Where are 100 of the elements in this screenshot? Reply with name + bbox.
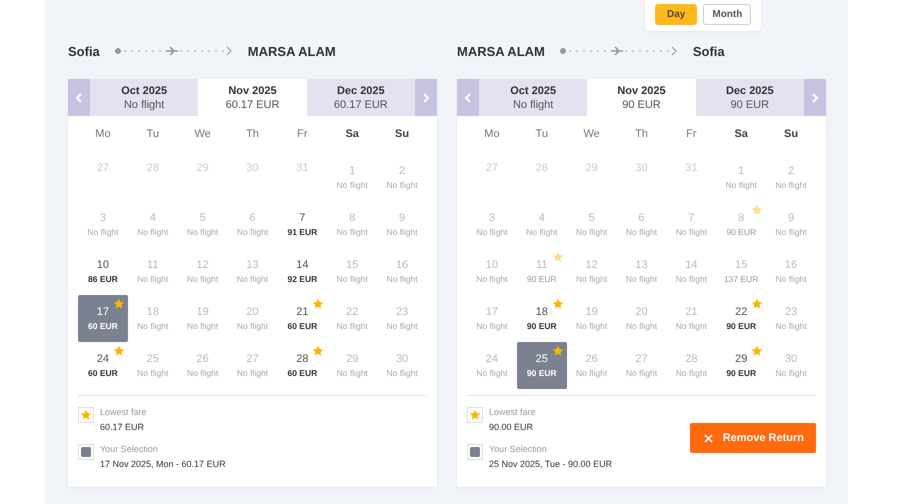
day-cell[interactable]: 21 No flight bbox=[666, 295, 716, 342]
weekday-label: Th bbox=[634, 127, 649, 142]
day-cell[interactable]: 19 No flight bbox=[178, 295, 228, 342]
previous-month-button[interactable] bbox=[457, 79, 479, 116]
day-cell[interactable]: 25 90 EUR bbox=[516, 342, 567, 389]
destination-city: Sofia bbox=[692, 44, 725, 58]
day-cell[interactable]: 4 No flight bbox=[128, 201, 178, 248]
day-cell[interactable]: 1 No flight bbox=[327, 154, 378, 201]
day-cell[interactable]: 1 No flight bbox=[716, 154, 766, 201]
day-cell[interactable]: 5 No flight bbox=[178, 201, 228, 248]
day-cell[interactable]: 4 No flight bbox=[516, 201, 567, 248]
remove-return-button[interactable]: Remove Return bbox=[690, 423, 816, 453]
day-cell[interactable]: 29 90 EUR bbox=[716, 342, 766, 389]
day-cell[interactable]: 11 No flight bbox=[128, 248, 178, 295]
weekday-label: Fr bbox=[685, 127, 698, 142]
origin-city: Sofia bbox=[68, 44, 100, 58]
day-cell[interactable]: 24 No flight bbox=[467, 342, 517, 389]
day-cell[interactable]: 30 No flight bbox=[377, 342, 427, 389]
day-cell[interactable]: 13 No flight bbox=[616, 248, 666, 295]
day-cell[interactable]: 25 No flight bbox=[128, 342, 178, 389]
month-tab[interactable]: Oct 2025 No flight bbox=[479, 79, 588, 116]
day-cell[interactable]: 5 No flight bbox=[566, 201, 617, 248]
day-cell[interactable]: 11 90 EUR bbox=[516, 248, 567, 295]
day-cell[interactable]: 16 No flight bbox=[766, 248, 816, 295]
next-month-button[interactable] bbox=[414, 79, 437, 116]
day-cell[interactable]: 15 No flight bbox=[327, 248, 378, 295]
day-cell[interactable]: 17 60 EUR bbox=[78, 295, 128, 342]
day-cell[interactable]: 17 No flight bbox=[467, 295, 517, 342]
day-cell[interactable]: 22 90 EUR bbox=[716, 295, 766, 342]
lowest-fare-legend-icon bbox=[78, 407, 94, 423]
weekday-label: Su bbox=[783, 127, 800, 142]
day-cell[interactable]: 27 No flight bbox=[616, 342, 666, 389]
day-cell[interactable]: 6 No flight bbox=[616, 201, 666, 248]
weekday-label: Tu bbox=[534, 127, 549, 142]
day-cell[interactable]: 14 No flight bbox=[666, 248, 716, 295]
day-cell[interactable]: 24 60 EUR bbox=[78, 342, 128, 389]
day-cell[interactable]: 26 No flight bbox=[566, 342, 617, 389]
day-cell[interactable]: 23 No flight bbox=[377, 295, 427, 342]
legend-label: Your Selection bbox=[100, 444, 159, 454]
day-cell[interactable]: 10 86 EUR bbox=[78, 248, 128, 295]
day-cell[interactable]: 22 No flight bbox=[327, 295, 378, 342]
origin-city: MARSA ALAM bbox=[457, 44, 545, 58]
weekday-label: Fr bbox=[296, 127, 309, 142]
day-cell[interactable]: 20 No flight bbox=[616, 295, 666, 342]
chevron-left-icon bbox=[75, 92, 83, 102]
month-tab[interactable]: Oct 2025 No flight bbox=[90, 79, 198, 116]
day-cell[interactable]: 20 No flight bbox=[228, 295, 278, 342]
day-cell[interactable]: 12 No flight bbox=[178, 248, 228, 295]
day-cell[interactable]: 18 No flight bbox=[128, 295, 178, 342]
day-cell[interactable]: 3 No flight bbox=[467, 201, 517, 248]
day-cell[interactable]: 19 No flight bbox=[566, 295, 617, 342]
legend-value: 90.00 EUR bbox=[489, 422, 534, 432]
day-cell[interactable]: 23 No flight bbox=[766, 295, 816, 342]
weekday-label: Sa bbox=[344, 127, 360, 142]
day-cell[interactable]: 9 No flight bbox=[377, 201, 427, 248]
day-cell[interactable]: 18 90 EUR bbox=[516, 295, 567, 342]
view-toggle-button[interactable]: Day bbox=[655, 4, 698, 25]
day-cell[interactable]: 28 60 EUR bbox=[277, 342, 328, 389]
day-cell[interactable]: 6 No flight bbox=[228, 201, 278, 248]
day-cell[interactable]: 7 No flight bbox=[666, 201, 716, 248]
day-cell[interactable]: 2 No flight bbox=[766, 154, 816, 201]
weekday-label: We bbox=[582, 127, 601, 142]
day-cell[interactable]: 16 No flight bbox=[377, 248, 427, 295]
day-cell[interactable]: 8 90 EUR bbox=[716, 201, 766, 248]
day-cell[interactable]: 13 No flight bbox=[228, 248, 278, 295]
legend-label: Lowest fare bbox=[100, 407, 147, 417]
day-cell[interactable]: 15 137 EUR bbox=[716, 248, 766, 295]
weekday-label: We bbox=[193, 127, 212, 142]
selection-legend-icon bbox=[467, 444, 483, 460]
next-month-button[interactable] bbox=[804, 79, 826, 116]
destination-city: MARSA ALAM bbox=[248, 44, 336, 58]
day-cell[interactable]: 9 No flight bbox=[766, 201, 816, 248]
month-tab[interactable]: Dec 2025 60.17 EUR bbox=[306, 79, 415, 116]
view-toggle-button[interactable]: Month bbox=[703, 4, 752, 25]
weekday-label: Mo bbox=[94, 127, 112, 142]
day-cell[interactable]: 26 No flight bbox=[178, 342, 228, 389]
day-cell[interactable]: 30 No flight bbox=[766, 342, 816, 389]
day-cell[interactable]: 29 No flight bbox=[327, 342, 378, 389]
day-cell[interactable]: 27 No flight bbox=[228, 342, 278, 389]
day-cell[interactable]: 7 91 EUR bbox=[277, 201, 328, 248]
legend-value: 25 Nov 2025, Tue - 90.00 EUR bbox=[489, 459, 612, 469]
day-cell[interactable]: 2 No flight bbox=[377, 154, 427, 201]
month-tab[interactable]: Dec 2025 90 EUR bbox=[696, 79, 804, 116]
day-cell[interactable]: 12 No flight bbox=[566, 248, 617, 295]
chevron-left-icon bbox=[464, 92, 472, 102]
close-icon bbox=[704, 434, 713, 442]
weekday-label: Mo bbox=[483, 127, 501, 142]
day-cell[interactable]: 21 60 EUR bbox=[277, 295, 328, 342]
chevron-right-icon bbox=[422, 92, 430, 102]
lowest-fare-legend-icon bbox=[467, 407, 483, 423]
selection-legend-icon bbox=[78, 444, 94, 460]
day-cell[interactable]: 28 No flight bbox=[666, 342, 716, 389]
legend-value: 60.17 EUR bbox=[100, 422, 146, 432]
day-cell[interactable]: 14 92 EUR bbox=[277, 248, 328, 295]
day-cell[interactable]: 8 No flight bbox=[327, 201, 378, 248]
previous-month-button[interactable] bbox=[68, 79, 90, 116]
legend-label: Your Selection bbox=[489, 444, 548, 454]
weekday-label: Sa bbox=[733, 127, 749, 142]
day-cell[interactable]: 10 No flight bbox=[467, 248, 517, 295]
day-cell[interactable]: 3 No flight bbox=[78, 201, 128, 248]
